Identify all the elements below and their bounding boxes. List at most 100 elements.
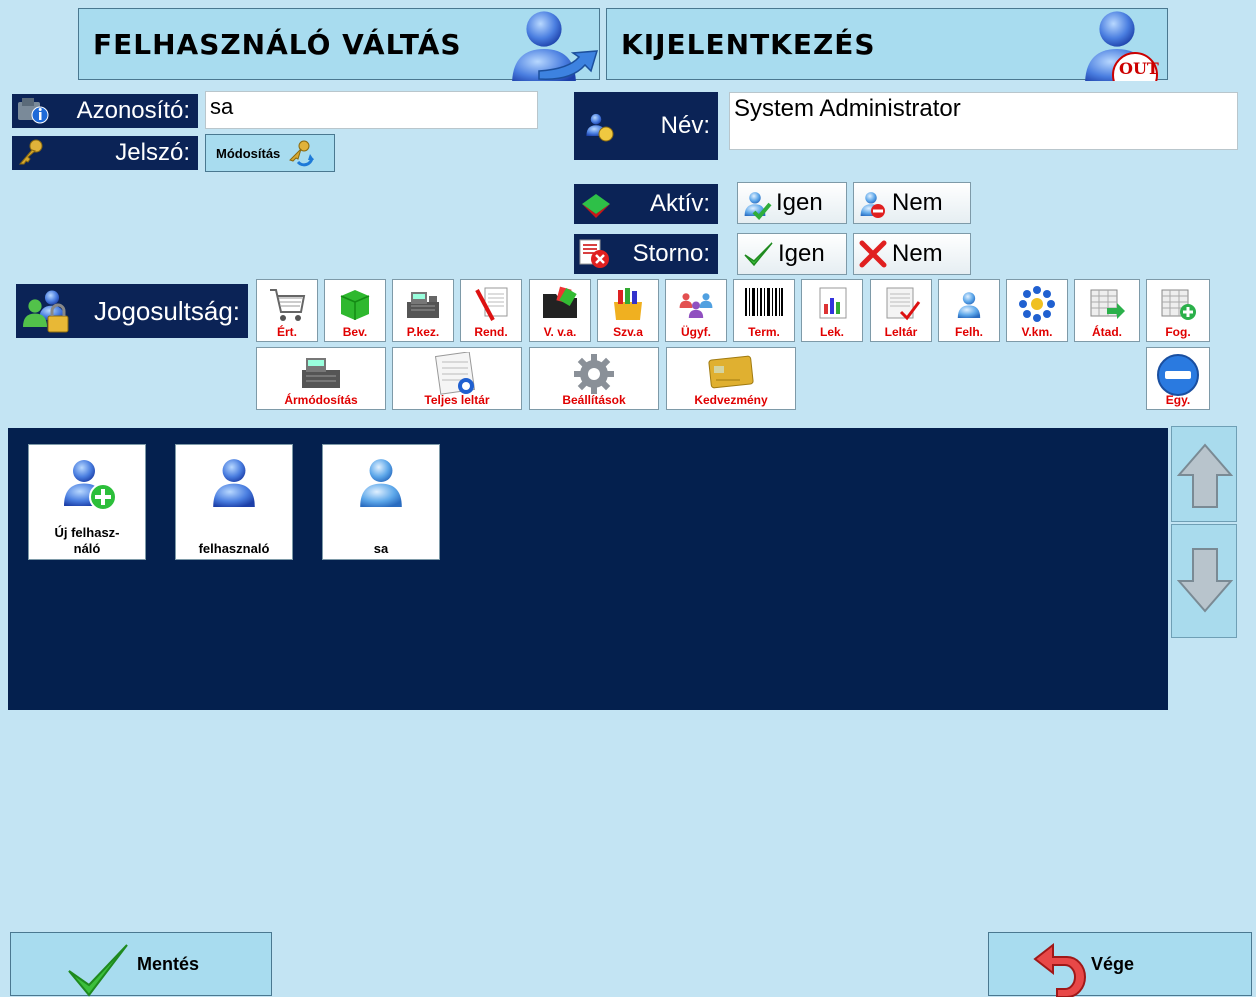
perm-ugyf[interactable]: Ügyf.	[665, 279, 727, 342]
name-input[interactable]: System Administrator	[729, 92, 1238, 150]
perm-fog[interactable]: Fog.	[1146, 279, 1210, 342]
id-info-icon	[18, 98, 49, 124]
new-user-tile[interactable]: Új felhasz- náló	[28, 444, 146, 560]
password-label-box: Jelszó:	[12, 136, 198, 170]
user-tile-felhasznalo[interactable]: felhasznaló	[175, 444, 293, 560]
perm-label-beallitasok: Beállítások	[562, 393, 626, 407]
perm-lek[interactable]: Lek.	[801, 279, 863, 342]
switch-user-button[interactable]: FELHASZNÁLÓ VÁLTÁS	[78, 8, 600, 81]
green-diamond-icon	[582, 194, 610, 218]
password-modify-label: Módosítás	[216, 145, 281, 161]
active-no-button[interactable]: Nem	[853, 182, 971, 224]
new-user-label: Új felhasz- náló	[54, 525, 120, 556]
arrow-up-icon	[1177, 443, 1233, 508]
perm-label-vkm: V.km.	[1021, 325, 1053, 339]
perm-label-felh: Felh.	[954, 325, 983, 339]
perm-atad[interactable]: Átad.	[1074, 279, 1140, 342]
active-label: Aktív:	[649, 190, 710, 217]
scroll-down-button[interactable]	[1171, 524, 1237, 638]
perm-term[interactable]: Term.	[733, 279, 795, 342]
storno-no-label: Nem	[892, 240, 943, 267]
active-yes-label: Igen	[776, 189, 823, 216]
name-label: Név:	[660, 112, 710, 139]
folder-icon	[543, 286, 577, 318]
perm-label-kedvezmeny: Kedvezmény	[694, 393, 768, 407]
save-button[interactable]: Mentés	[10, 932, 272, 997]
add-user-icon	[64, 460, 117, 511]
save-label: Mentés	[137, 953, 200, 974]
exit-label: Vége	[1091, 953, 1135, 974]
perm-vkm[interactable]: V.km.	[1006, 279, 1068, 342]
users-panel: Új felhasz- náló felhasznaló sa	[8, 428, 1168, 710]
user-check-icon	[744, 192, 772, 220]
keys-refresh-icon	[289, 140, 315, 167]
logout-label: KIJELENTKEZÉS	[621, 27, 876, 61]
save-check-icon	[68, 944, 128, 997]
perm-label-pkez: P.kez.	[406, 325, 440, 339]
perm-label-ert: Ért.	[276, 325, 297, 339]
password-modify-button[interactable]: Módosítás	[205, 134, 335, 172]
storno-yes-button[interactable]: Igen	[737, 233, 847, 275]
id-input[interactable]: sa	[205, 91, 538, 129]
perm-label-term: Term.	[748, 325, 780, 339]
storno-yes-label: Igen	[778, 240, 825, 267]
switch-user-icon	[512, 11, 599, 81]
user-icon	[213, 459, 255, 507]
perm-label-ugyf: Ügyf.	[681, 325, 711, 339]
perm-leltar[interactable]: Leltár	[870, 279, 932, 342]
id-label-box: Azonosító:	[12, 94, 198, 128]
active-yes-button[interactable]: Igen	[737, 182, 847, 224]
password-label: Jelszó:	[115, 139, 190, 166]
network-icon	[1019, 286, 1055, 322]
user-block-icon	[860, 192, 885, 218]
perm-felh[interactable]: Felh.	[938, 279, 1000, 342]
perm-vva[interactable]: V. v.a.	[529, 279, 591, 342]
switch-user-label: FELHASZNÁLÓ VÁLTÁS	[93, 27, 462, 61]
perm-beallitasok[interactable]: Beállítások	[529, 347, 659, 410]
perm-label-armodositas: Ármódosítás	[284, 393, 358, 407]
id-label: Azonosító:	[76, 97, 190, 124]
perm-kedvezmeny[interactable]: Kedvezmény	[666, 347, 796, 410]
storno-no-button[interactable]: Nem	[853, 233, 971, 275]
cash-register-icon	[302, 358, 340, 388]
active-no-label: Nem	[892, 189, 943, 216]
name-value: System Administrator	[734, 95, 961, 122]
arrow-down-icon	[1177, 548, 1233, 613]
user-icon	[957, 292, 981, 318]
perm-label-atad: Átad.	[1092, 325, 1122, 339]
perm-label-szva: Szv.a	[613, 325, 643, 339]
exit-button[interactable]: Vége	[988, 932, 1252, 997]
report-chart-icon	[819, 287, 847, 319]
transfer-icon	[1090, 289, 1125, 319]
users-lock-icon	[23, 290, 69, 333]
barcode-icon	[745, 288, 783, 316]
perm-label-leltar: Leltár	[884, 325, 918, 339]
perm-pkez[interactable]: P.kez.	[392, 279, 454, 342]
scroll-up-button[interactable]	[1171, 426, 1237, 522]
permissions-label: Jogosultság:	[94, 295, 240, 326]
logout-badge: OUT	[1119, 59, 1159, 78]
order-pen-icon	[475, 287, 508, 321]
user-tile-label: felhasznaló	[198, 541, 270, 556]
perm-egy[interactable]: Egy.	[1146, 347, 1210, 410]
perm-ert[interactable]: Ért.	[256, 279, 318, 342]
name-label-box: Név:	[574, 92, 718, 160]
perm-teljes-leltar[interactable]: Teljes leltár	[392, 347, 522, 410]
user-icon	[360, 459, 402, 507]
storno-label: Storno:	[632, 240, 710, 267]
perm-label-teljes-leltar: Teljes leltár	[424, 393, 490, 407]
perm-bev[interactable]: Bev.	[324, 279, 386, 342]
box-icon	[340, 290, 370, 320]
perm-rend[interactable]: Rend.	[460, 279, 522, 342]
perm-label-egy: Egy.	[1165, 393, 1191, 407]
user-tile-sa[interactable]: sa	[322, 444, 440, 560]
logout-button[interactable]: KIJELENTKEZÉS OUT	[606, 8, 1168, 81]
undo-arrow-icon	[1033, 942, 1086, 997]
key-icon	[18, 139, 43, 165]
perm-szva[interactable]: Szv.a	[597, 279, 659, 342]
active-label-box: Aktív:	[574, 184, 718, 224]
storno-icon	[579, 239, 609, 268]
perm-armodositas[interactable]: Ármódosítás	[256, 347, 386, 410]
perm-label-vva: V. v.a.	[543, 325, 577, 339]
receive-icon	[1161, 289, 1196, 320]
